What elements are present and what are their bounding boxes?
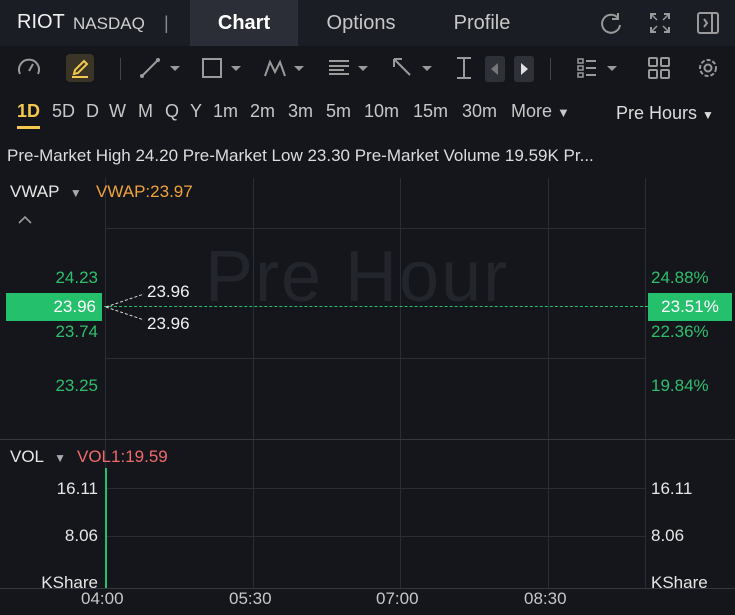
period-15m[interactable]: 15m [413, 101, 448, 122]
session-dropdown[interactable]: Pre Hours ▼ [616, 103, 714, 124]
grid-line [645, 178, 646, 588]
volume-axis-label: 8.06 [64, 526, 98, 545]
session-label: Pre Hours [616, 103, 698, 123]
chevron-down-icon: ▼ [69, 186, 82, 200]
price-marker-lines [105, 293, 145, 321]
rectangle-tool-icon[interactable] [199, 54, 245, 82]
step-forward-icon [521, 63, 528, 75]
current-change-tag: 23.51% [648, 293, 732, 321]
more-label: More [511, 101, 553, 121]
period-selector: 1D 5D D W M Q Y 1m 2m 3m 5m 10m 15m 30m … [0, 98, 735, 128]
change-axis-label: 19.84% [651, 376, 709, 395]
fullscreen-icon[interactable] [647, 10, 673, 36]
pattern-tool-icon[interactable] [262, 54, 308, 82]
vol-name: VOL [10, 447, 44, 466]
vwap-value: VWAP:23.97 [96, 182, 193, 201]
premarket-summary: Pre-Market High 24.20 Pre-Market Low 23.… [7, 146, 594, 165]
period-3m[interactable]: 3m [288, 101, 313, 122]
period-5d[interactable]: 5D [52, 101, 75, 122]
change-axis-label: 24.88% [651, 268, 709, 287]
step-back-button[interactable] [485, 56, 505, 82]
vwap-name: VWAP [10, 182, 60, 201]
time-label: 07:00 [376, 589, 419, 608]
price-axis-label: 24.23 [55, 268, 98, 287]
draw-pencil-icon[interactable] [66, 54, 94, 82]
gauge-icon[interactable] [15, 54, 43, 82]
tab-profile[interactable]: Profile [432, 0, 532, 46]
volume-axis-label: 16.11 [56, 479, 98, 498]
tab-options[interactable]: Options [305, 0, 417, 46]
toolbar-divider [120, 58, 121, 80]
volume-axis-label: 16.11 [651, 479, 693, 498]
time-label: 05:30 [229, 589, 272, 608]
measure-tool-icon[interactable] [450, 54, 478, 82]
grid-layout-icon[interactable] [645, 54, 673, 82]
period-y[interactable]: Y [190, 101, 202, 122]
time-label: 04:00 [81, 589, 124, 608]
ticker-symbol: RIOT [17, 11, 65, 33]
step-back-icon [491, 63, 498, 75]
panel-divider [0, 439, 735, 440]
text-tool-icon[interactable] [326, 54, 372, 82]
collapse-panel-icon[interactable] [695, 10, 721, 36]
top-header: RIOT NASDAQ | Chart Options Profile [0, 0, 735, 46]
active-period-underline [17, 126, 40, 129]
line-tool-icon[interactable] [138, 54, 184, 82]
vwap-indicator-label[interactable]: VWAP ▼ [10, 182, 82, 202]
grid-line [105, 536, 645, 537]
refresh-icon[interactable] [598, 10, 624, 36]
volume-axis-label: 8.06 [651, 526, 685, 545]
arrow-tool-icon[interactable] [390, 54, 436, 82]
step-forward-button[interactable] [514, 56, 534, 82]
drawing-toolbar [0, 46, 735, 90]
layout-list-icon[interactable] [575, 54, 621, 82]
period-30m[interactable]: 30m [462, 101, 497, 122]
period-2m[interactable]: 2m [250, 101, 275, 122]
chevron-down-icon: ▼ [702, 108, 714, 122]
collapse-chevron-up-icon[interactable] [17, 214, 33, 226]
vol-indicator-label[interactable]: VOL ▼ [10, 447, 66, 467]
current-price-line [104, 306, 648, 307]
exchange-label: NASDAQ [73, 14, 145, 33]
high-price-marker: 23.96 [147, 282, 190, 301]
price-axis-label: 23.25 [55, 376, 98, 395]
period-m[interactable]: M [138, 101, 153, 122]
period-w[interactable]: W [109, 101, 126, 122]
more-periods-dropdown[interactable]: More ▼ [511, 101, 570, 122]
grid-line [105, 358, 645, 359]
settings-gear-icon[interactable] [694, 54, 722, 82]
time-label: 08:30 [524, 589, 567, 608]
grid-line [548, 178, 549, 588]
grid-line [105, 228, 645, 229]
period-1m[interactable]: 1m [213, 101, 238, 122]
price-axis-label: 23.74 [55, 322, 98, 341]
header-separator: | [164, 13, 169, 33]
period-q[interactable]: Q [165, 101, 179, 122]
period-d[interactable]: D [86, 101, 99, 122]
volume-unit-label: KShare [651, 573, 708, 592]
period-10m[interactable]: 10m [364, 101, 399, 122]
low-price-marker: 23.96 [147, 314, 190, 333]
change-axis-label: 22.36% [651, 322, 709, 341]
current-price-tag: 23.96 [6, 293, 102, 321]
grid-line [105, 488, 645, 489]
period-5m[interactable]: 5m [326, 101, 351, 122]
volume-bar [105, 468, 107, 588]
toolbar-divider [550, 58, 551, 80]
period-1d[interactable]: 1D [17, 101, 40, 122]
chevron-down-icon: ▼ [557, 105, 570, 120]
chevron-down-icon: ▼ [54, 451, 67, 465]
tab-chart[interactable]: Chart [190, 0, 298, 46]
vol-value: VOL1:19.59 [77, 447, 168, 466]
